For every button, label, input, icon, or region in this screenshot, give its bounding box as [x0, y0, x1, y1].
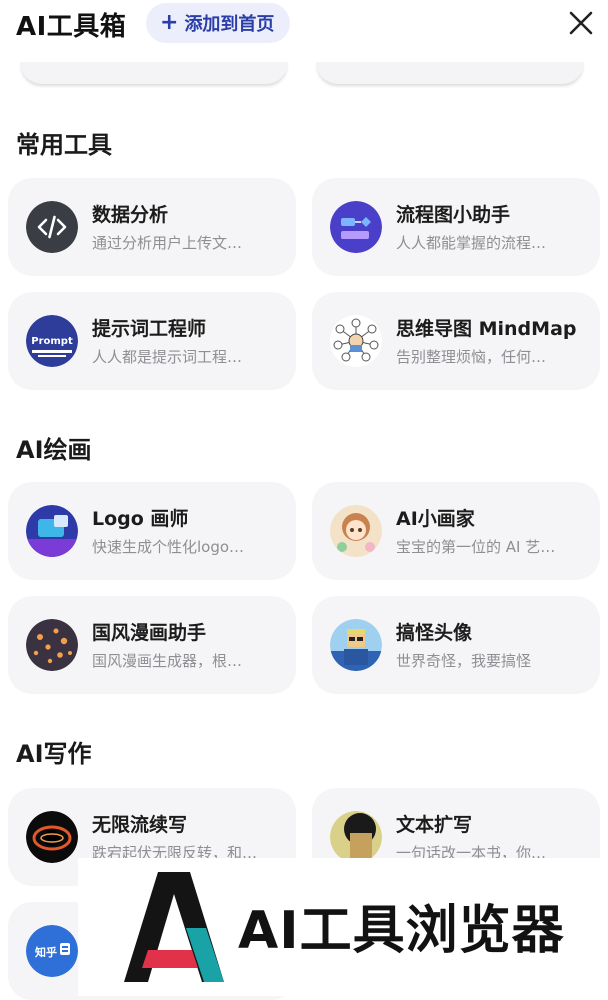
tool-desc: 人人都是提示词工程…: [92, 348, 243, 366]
tool-card-guofeng-comic[interactable]: 国风漫画助手 国风漫画生成器，根…: [8, 596, 296, 694]
pixel-avatar-icon: [330, 619, 382, 671]
watermark-text: AI工具浏览器: [238, 901, 565, 961]
lanterns-icon: [26, 619, 78, 671]
tool-card-little-painter[interactable]: AI小画家 宝宝的第一位的 AI 艺…: [312, 482, 600, 580]
plus-icon: +: [160, 10, 179, 35]
watermark-logo-icon: [124, 872, 224, 982]
tool-name: 流程图小助手: [396, 204, 511, 226]
flowchart-icon: [330, 201, 382, 253]
add-to-home-label: 添加到首页: [184, 14, 275, 35]
black-hole-icon: [26, 811, 78, 863]
code-icon: [26, 201, 78, 253]
tool-card-data-analysis[interactable]: 数据分析 通过分析用户上传文…: [8, 178, 296, 276]
tool-desc: 通过分析用户上传文…: [92, 234, 243, 252]
close-icon[interactable]: [566, 8, 596, 38]
tool-name: Logo 画师: [92, 508, 189, 530]
page-title: AI工具箱: [16, 12, 127, 42]
add-to-home-button[interactable]: + 添加到首页: [146, 3, 291, 43]
tool-name: 国风漫画助手: [92, 622, 207, 644]
tool-desc: 宝宝的第一位的 AI 艺…: [396, 538, 556, 556]
section-title-ai-writing: AI写作: [16, 740, 92, 768]
logo-painter-icon: [26, 505, 78, 557]
tool-card-mindmap[interactable]: 思维导图 MindMap 告别整理烦恼，任何…: [312, 292, 600, 390]
zhihu-icon: 知乎: [26, 925, 78, 977]
tool-name: AI小画家: [396, 508, 475, 530]
cartoon-girl-icon: [330, 505, 382, 557]
scrolled-card-right[interactable]: [316, 62, 584, 84]
tool-desc: 人人都能掌握的流程…: [396, 234, 547, 252]
section-title-common-tools: 常用工具: [16, 131, 112, 159]
tool-card-logo-painter[interactable]: Logo 画师 快速生成个性化logo…: [8, 482, 296, 580]
tool-desc: 国风漫画生成器，根…: [92, 652, 243, 670]
character-avatar-icon: [330, 811, 382, 863]
tool-name: 数据分析: [92, 204, 169, 226]
tool-card-flowchart[interactable]: 流程图小助手 人人都能掌握的流程…: [312, 178, 600, 276]
mindmap-icon: [330, 315, 382, 367]
tool-name: 提示词工程师: [92, 318, 207, 340]
tool-name: 思维导图 MindMap: [396, 318, 577, 340]
header: AI工具箱 + 添加到首页: [0, 0, 608, 50]
svg-text:知乎: 知乎: [34, 945, 57, 959]
tool-name: 文本扩写: [396, 814, 473, 836]
tool-desc: 世界奇怪，我要搞怪: [396, 652, 532, 670]
tool-desc: 告别整理烦恼，任何…: [396, 348, 547, 366]
svg-text:Prompt: Prompt: [31, 336, 73, 347]
tool-card-funny-avatar[interactable]: 搞怪头像 世界奇怪，我要搞怪: [312, 596, 600, 694]
prompt-icon: Prompt: [26, 315, 78, 367]
tool-card-prompt-engineer[interactable]: Prompt 提示词工程师 人人都是提示词工程…: [8, 292, 296, 390]
scrolled-card-left[interactable]: [20, 62, 288, 84]
section-title-ai-painting: AI绘画: [16, 436, 92, 464]
watermark: AI工具浏览器: [78, 858, 608, 996]
tool-name: 无限流续写: [92, 814, 188, 836]
tool-name: 搞怪头像: [396, 622, 473, 644]
tool-desc: 快速生成个性化logo…: [92, 538, 245, 556]
